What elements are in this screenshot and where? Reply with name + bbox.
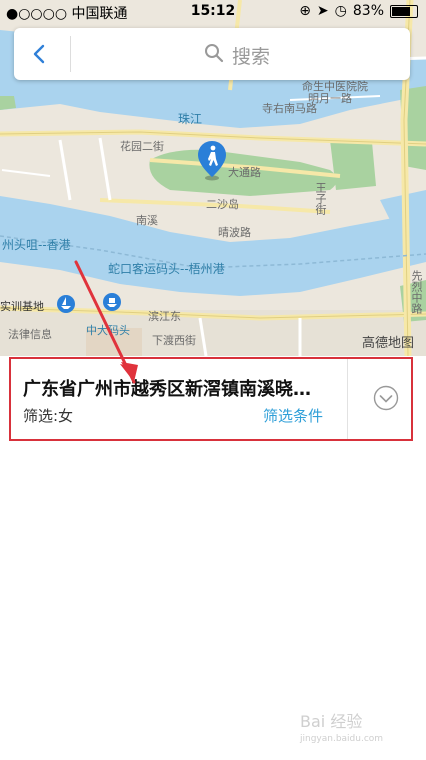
map-label-zhujiang: 珠江: [178, 112, 203, 126]
map-label-qingbo-road: 晴波路: [218, 226, 251, 239]
magnifier-icon: [204, 43, 224, 68]
watermark-brand: Bai 经验: [300, 712, 363, 731]
map-label-nanxi: 南溪: [136, 214, 158, 227]
status-bar: ●○○○○ 中国联通 15:12 ⊕ ➤ ◷ 83%: [0, 0, 426, 24]
map-label-binjiang-east: 滨江东: [148, 310, 181, 323]
map-label-zhongda-pier: 中大码头: [86, 324, 130, 337]
map-label-datong-road: 大通路: [228, 166, 261, 179]
map-label-law-info: 法律信息: [8, 328, 52, 341]
chevron-left-icon[interactable]: [28, 42, 52, 66]
search-input[interactable]: 搜索: [204, 42, 270, 69]
alarm-icon: ◷: [334, 3, 347, 19]
result-card[interactable]: 广东省广州市越秀区新滘镇南溪晓… 筛选:女 筛选条件: [9, 357, 413, 441]
battery-icon: [390, 4, 418, 18]
lock-rotation-icon: ⊕: [299, 3, 311, 19]
search-divider: [70, 36, 71, 72]
result-address: 广东省广州市越秀区新滘镇南溪晓…: [23, 379, 311, 400]
watermark: Bai 经验 jingyan.baidu.com: [300, 708, 383, 744]
map-label-xianlie-road: 先烈中路: [410, 270, 423, 314]
map-attribution: 高德地图: [362, 336, 415, 351]
chevron-down-circle-icon[interactable]: [373, 385, 399, 411]
map-label-wangzi-street: 王子街: [314, 182, 327, 215]
search-bar: 搜索: [14, 28, 410, 80]
status-right: ⊕ ➤ ◷ 83%: [299, 3, 418, 19]
map-label-training-base: 实训基地: [0, 300, 44, 313]
map-label-simiao-road: 寺右南马路: [262, 102, 317, 115]
map-label-xiadu-street: 下渡西街: [152, 334, 196, 347]
filter-conditions-link[interactable]: 筛选条件: [263, 405, 323, 426]
location-icon: ➤: [316, 3, 329, 19]
map-label-ersha-island: 二沙岛: [206, 198, 239, 211]
map-label-zhoutou-route: 州头咀--香港: [2, 238, 71, 252]
battery-percent: 83%: [352, 3, 384, 19]
watermark-url: jingyan.baidu.com: [300, 734, 384, 744]
card-divider: [347, 359, 348, 439]
map-label-huayuan-street: 花园二街: [120, 140, 164, 153]
battery-fill: [392, 6, 411, 16]
filter-text: 筛选:女: [23, 407, 74, 425]
search-placeholder: 搜索: [232, 46, 271, 68]
map-label-ferry-route: 蛇口客运码头--梧州港: [108, 262, 225, 276]
